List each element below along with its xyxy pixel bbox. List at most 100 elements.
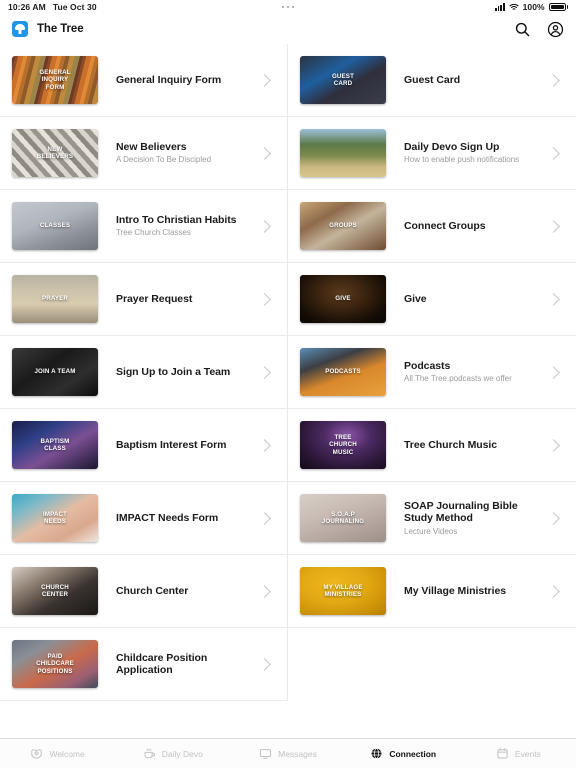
list-item-thumbnail: IMPACT NEEDS <box>12 494 98 542</box>
status-bar-right: 100% <box>494 2 568 12</box>
chevron-right-icon[interactable] <box>547 146 560 160</box>
thumbnail-overlay-text: TREE CHURCH MUSIC <box>329 434 357 456</box>
search-icon[interactable] <box>514 21 531 38</box>
connection-list-item[interactable]: CHURCH CENTER Church Center <box>0 555 288 628</box>
battery-icon <box>548 3 568 11</box>
thumbnail-overlay-text: PAID CHILDCARE POSITIONS <box>36 653 74 675</box>
status-bar: 10:26 AM Tue Oct 30 100% <box>0 0 576 14</box>
cellular-signal-icon <box>494 3 505 11</box>
tab-events[interactable]: Events <box>461 747 576 760</box>
chevron-right-icon[interactable] <box>258 146 271 160</box>
list-item-text: Give <box>386 293 549 306</box>
thumbnail-overlay-label: PODCASTS <box>300 348 386 396</box>
connection-list-item[interactable]: PRAYER Prayer Request <box>0 263 288 336</box>
thumbnail-overlay-label: BAPTISM CLASS <box>12 421 98 469</box>
list-item-subtitle: Lecture Videos <box>404 526 458 536</box>
list-item-text: New Believers A Decision To Be Discipled <box>98 141 260 166</box>
list-item-title: IMPACT Needs Form <box>116 511 219 524</box>
list-item-text: Church Center <box>98 585 260 598</box>
app-title: The Tree <box>37 23 84 35</box>
connection-list-item[interactable]: Daily Devo Sign Up How to enable push not… <box>288 117 576 190</box>
chevron-right-icon[interactable] <box>258 219 271 233</box>
list-item-thumbnail: CLASSES <box>12 202 98 250</box>
thumbnail-overlay-label: NEW BELIEVERS <box>12 129 98 177</box>
status-bar-time: 10:26 AM <box>8 2 46 12</box>
chevron-right-icon[interactable] <box>258 365 271 379</box>
connection-list-item[interactable]: BAPTISM CLASS Baptism Interest Form <box>0 409 288 482</box>
chevron-right-icon[interactable] <box>258 73 271 87</box>
list-item-thumbnail: MY VILLAGE MINISTRIES <box>300 567 386 615</box>
thumbnail-overlay-text: S.O.A.P JOURNALING <box>321 510 365 525</box>
chevron-right-icon[interactable] <box>547 73 560 87</box>
list-item-title: New Believers <box>116 140 187 153</box>
monitor-icon <box>259 747 272 760</box>
connection-list-item[interactable]: GENERAL INQUIRY FORM General Inquiry Form <box>0 44 288 117</box>
tab-connection[interactable]: Connection <box>346 747 461 760</box>
chevron-right-icon[interactable] <box>258 657 271 671</box>
thumbnail-overlay-label: GUEST CARD <box>300 56 386 104</box>
list-item-title: Connect Groups <box>404 219 486 232</box>
thumbnail-overlay-text: NEW BELIEVERS <box>36 145 74 160</box>
list-item-title: Podcasts <box>404 359 451 372</box>
status-bar-date: Tue Oct 30 <box>52 2 97 12</box>
list-item-title: Tree Church Music <box>404 438 498 451</box>
chevron-right-icon[interactable] <box>547 219 560 233</box>
list-item-thumbnail: GROUPS <box>300 202 386 250</box>
connection-list-item[interactable]: CLASSES Intro To Christian Habits Tree Chu… <box>0 190 288 263</box>
list-item-title: Prayer Request <box>116 292 193 305</box>
empty-grid-cell <box>288 628 576 701</box>
list-item-text: Childcare Position Application <box>98 652 260 677</box>
connection-list-item[interactable]: TREE CHURCH MUSIC Tree Church Music <box>288 409 576 482</box>
chevron-right-icon[interactable] <box>258 511 271 525</box>
thumbnail-overlay-text: MY VILLAGE MINISTRIES <box>323 583 363 598</box>
thumbnail-overlay-text: CLASSES <box>39 222 71 230</box>
chevron-right-icon[interactable] <box>547 292 560 306</box>
chevron-right-icon[interactable] <box>547 511 560 525</box>
connection-list-item[interactable]: NEW BELIEVERS New Believers A Decision To … <box>0 117 288 190</box>
connection-list-item[interactable]: PODCASTS Podcasts All The Tree podcasts we… <box>288 336 576 409</box>
list-item-title: Baptism Interest Form <box>116 438 227 451</box>
connection-list-item[interactable]: MY VILLAGE MINISTRIES My Village Ministri… <box>288 555 576 628</box>
tab-daily-devo[interactable]: Daily Devo <box>115 747 230 760</box>
list-item-text: Baptism Interest Form <box>98 439 260 452</box>
chevron-right-icon[interactable] <box>547 365 560 379</box>
connection-list-item[interactable]: JOIN A TEAM Sign Up to Join a Team <box>0 336 288 409</box>
app-brand: The Tree <box>12 21 84 37</box>
connection-list-item[interactable]: S.O.A.P JOURNALING SOAP Journaling Bible … <box>288 482 576 555</box>
connection-list-item[interactable]: GIVE Give <box>288 263 576 336</box>
chevron-right-icon[interactable] <box>547 438 560 452</box>
list-item-thumbnail: TREE CHURCH MUSIC <box>300 421 386 469</box>
list-item-thumbnail: BAPTISM CLASS <box>12 421 98 469</box>
list-item-title: Daily Devo Sign Up <box>404 140 500 153</box>
chevron-right-icon[interactable] <box>258 292 271 306</box>
chevron-right-icon[interactable] <box>258 438 271 452</box>
list-item-text: General Inquiry Form <box>98 74 260 87</box>
list-item-text: Daily Devo Sign Up How to enable push not… <box>386 141 549 166</box>
connection-list-item[interactable]: GUEST CARD Guest Card <box>288 44 576 117</box>
chevron-right-icon[interactable] <box>547 584 560 598</box>
account-circle-icon[interactable] <box>547 21 564 38</box>
battery-percent-label: 100% <box>522 2 545 12</box>
connection-list-item[interactable]: IMPACT NEEDS IMPACT Needs Form <box>0 482 288 555</box>
hand-heart-icon <box>30 747 43 760</box>
list-item-thumbnail: GUEST CARD <box>300 56 386 104</box>
bottom-tab-bar: Welcome Daily Devo Messages Connection Event… <box>0 738 576 768</box>
tab-messages[interactable]: Messages <box>230 747 345 760</box>
thumbnail-overlay-text: GIVE <box>335 295 351 303</box>
status-bar-left: 10:26 AM Tue Oct 30 <box>8 2 97 12</box>
thumbnail-overlay-text: GUEST CARD <box>331 72 355 87</box>
chevron-right-icon[interactable] <box>258 584 271 598</box>
globe-icon <box>370 747 383 760</box>
connection-list-scroll-area[interactable]: GENERAL INQUIRY FORM General Inquiry Form… <box>0 44 576 738</box>
list-item-text: SOAP Journaling Bible Study Method Lectur… <box>386 500 549 537</box>
list-item-text: Podcasts All The Tree podcasts we offer <box>386 360 549 385</box>
tab-label: Welcome <box>49 748 85 759</box>
list-item-thumbnail <box>300 129 386 177</box>
coffee-cup-icon <box>143 747 156 760</box>
thumbnail-overlay-label: GENERAL INQUIRY FORM <box>12 56 98 104</box>
thumbnail-overlay-label: CLASSES <box>12 202 98 250</box>
list-item-title: Give <box>404 292 427 305</box>
connection-list-item[interactable]: GROUPS Connect Groups <box>288 190 576 263</box>
connection-list-item[interactable]: PAID CHILDCARE POSITIONS Childcare Positi… <box>0 628 288 701</box>
tab-welcome[interactable]: Welcome <box>0 747 115 760</box>
